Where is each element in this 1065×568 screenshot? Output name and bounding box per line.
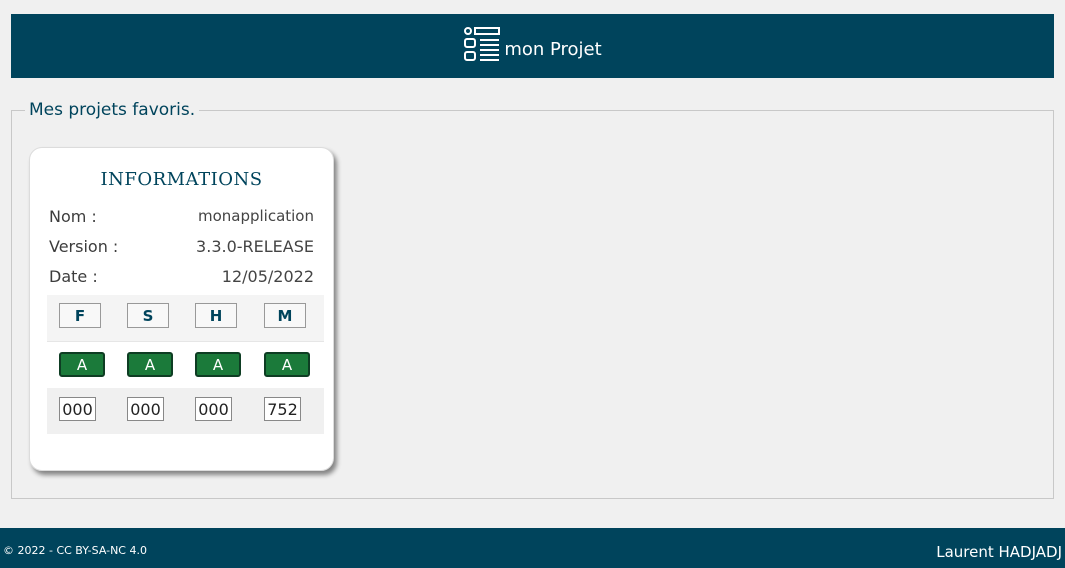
metric-labels-row: F S H M [47, 295, 324, 341]
grade-badge-s: A [127, 352, 173, 377]
grade-badge-f: A [59, 352, 105, 377]
count-m: 752 [264, 397, 301, 421]
metric-label-h[interactable]: H [195, 303, 237, 328]
app-title: mon Projet [504, 38, 602, 60]
favorites-legend: Mes projets favoris. [29, 100, 196, 120]
count-h: 000 [195, 397, 232, 421]
project-card[interactable]: INFORMATIONS F S H M A A A A 000 000 000… [29, 147, 334, 471]
date-label: Date : [49, 267, 98, 286]
app-footer: © 2022 - CC BY-SA-NC 4.0 Laurent HADJADJ [0, 528, 1065, 568]
count-f: 000 [59, 397, 96, 421]
metric-label-m[interactable]: M [264, 303, 306, 328]
info-row-nom: Nom : monapplication [49, 207, 314, 226]
count-s: 000 [127, 397, 164, 421]
copyright-text: © 2022 - CC BY-SA-NC 4.0 [3, 544, 147, 557]
grade-badge-h: A [195, 352, 241, 377]
card-title: INFORMATIONS [100, 169, 263, 190]
info-row-date: Date : 12/05/2022 [49, 267, 314, 286]
grade-badge-m: A [264, 352, 310, 377]
list-layout-icon [464, 27, 501, 61]
metrics-grid: F S H M A A A A 000 000 000 752 [47, 295, 324, 434]
metric-label-s[interactable]: S [127, 303, 169, 328]
version-value: 3.3.0-RELEASE [196, 237, 314, 256]
version-label: Version : [49, 237, 119, 256]
author-name: Laurent HADJADJ [936, 543, 1062, 561]
info-row-version: Version : 3.3.0-RELEASE [49, 237, 314, 256]
nom-label: Nom : [49, 207, 97, 226]
metric-counts-row: 000 000 000 752 [47, 388, 324, 434]
date-value: 12/05/2022 [221, 267, 314, 286]
metric-grades-row: A A A A [47, 341, 324, 387]
metric-label-f[interactable]: F [59, 303, 101, 328]
app-header: mon Projet [11, 14, 1054, 78]
nom-value: monapplication [197, 207, 314, 225]
